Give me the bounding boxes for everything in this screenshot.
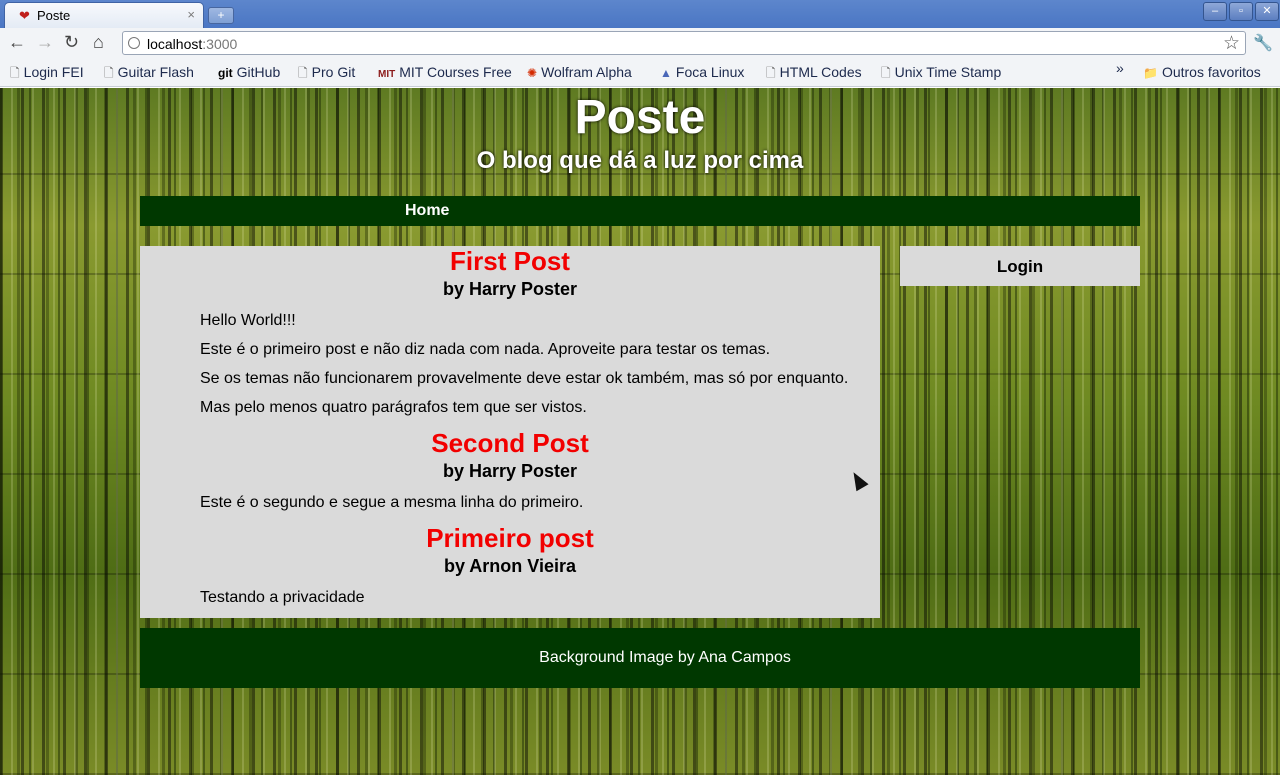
- post-paragraph: Este é o segundo e segue a mesma linha d…: [200, 494, 584, 511]
- posts-content: First Post by Harry Poster Hello World!!…: [140, 246, 880, 618]
- bookmark-pro-git[interactable]: 🗋 Pro Git: [298, 64, 355, 85]
- bookmark-mit-courses[interactable]: MIT MIT Courses Free: [378, 64, 512, 80]
- globe-icon: [128, 37, 140, 49]
- tab-strip: ❤ Poste × + – ▫ ✕: [0, 0, 1280, 28]
- other-bookmarks-folder[interactable]: 📁 Outros favoritos: [1143, 64, 1261, 80]
- mit-icon: MIT: [378, 69, 396, 80]
- bookmark-wolfram-alpha[interactable]: ✺ Wolfram Alpha: [527, 64, 632, 80]
- post-author: by Arnon Vieira: [443, 556, 577, 576]
- bookmark-foca-linux[interactable]: ▲ Foca Linux: [660, 64, 744, 80]
- bookmark-html-codes[interactable]: 🗋 HTML Codes: [766, 64, 862, 85]
- bookmark-unix-time-stamp[interactable]: 🗋 Unix Time Stamp: [881, 64, 1001, 85]
- wolfram-icon: ✺: [527, 66, 538, 80]
- address-bar[interactable]: localhost:3000 ☆: [122, 31, 1246, 55]
- reload-icon[interactable]: ↻: [64, 32, 79, 53]
- favicon-icon: ❤: [19, 8, 30, 23]
- bookmark-github[interactable]: git GitHub: [218, 64, 280, 80]
- more-bookmarks-button[interactable]: »: [1116, 60, 1124, 76]
- site-navbar: Home: [140, 196, 1140, 226]
- site-footer: Background Image by Ana Campos: [140, 628, 1140, 688]
- post-paragraph: Este é o primeiro post e não diz nada co…: [200, 341, 771, 358]
- post-paragraph: Se os temas não funcionarem provavelment…: [200, 370, 849, 387]
- post-paragraph: Mas pelo menos quatro parágrafos tem que…: [200, 399, 587, 416]
- browser-toolbar: ← → ↻ ⌂ localhost:3000 ☆ 🔧: [0, 28, 1280, 58]
- tab-close-icon[interactable]: ×: [187, 7, 195, 22]
- back-icon[interactable]: ←: [8, 32, 26, 53]
- footer-credit: Background Image by Ana Campos: [539, 649, 791, 666]
- page-icon: 🗋: [104, 66, 114, 80]
- url-text[interactable]: localhost:3000: [147, 36, 237, 52]
- page-viewport: Poste O blog que dá a luz por cima Home …: [0, 88, 1280, 775]
- tab-poste[interactable]: ❤ Poste ×: [4, 2, 204, 28]
- login-link[interactable]: Login: [900, 257, 1140, 277]
- folder-icon: 📁: [1143, 66, 1158, 80]
- close-window-button[interactable]: ✕: [1255, 2, 1279, 21]
- post-title[interactable]: Primeiro post: [140, 523, 880, 554]
- restore-button[interactable]: ▫: [1229, 2, 1253, 21]
- nav-home-link[interactable]: Home: [405, 202, 449, 220]
- home-icon[interactable]: ⌂: [93, 32, 104, 53]
- page-icon: 🗋: [766, 66, 776, 80]
- post-paragraph: Hello World!!!: [200, 312, 296, 329]
- page-icon: 🗋: [881, 66, 891, 80]
- page-icon: 🗋: [298, 66, 308, 80]
- post-author: by Harry Poster: [442, 279, 578, 299]
- new-tab-button[interactable]: +: [208, 7, 234, 24]
- site-title: Poste: [574, 91, 706, 144]
- page-icon: 🗋: [10, 66, 20, 80]
- tab-title: Poste: [37, 8, 71, 23]
- bookmarks-bar: 🗋 Login FEI 🗋 Guitar Flash git GitHub 🗋 Pro …: [0, 58, 1280, 87]
- post-author: by Harry Poster: [442, 461, 578, 481]
- site-subtitle: O blog que dá a luz por cima: [476, 147, 804, 174]
- bookmark-login-fei[interactable]: 🗋 Login FEI: [10, 64, 84, 85]
- minimize-button[interactable]: –: [1203, 2, 1227, 21]
- bookmark-guitar-flash[interactable]: 🗋 Guitar Flash: [104, 64, 194, 85]
- bookmark-star-icon[interactable]: ☆: [1223, 32, 1240, 55]
- foca-icon: ▲: [660, 66, 672, 80]
- forward-icon[interactable]: →: [36, 32, 54, 53]
- login-box: Login: [900, 246, 1140, 286]
- post-title[interactable]: First Post: [140, 246, 880, 277]
- post-paragraph: Testando a privacidade: [200, 589, 365, 606]
- git-icon: git: [218, 66, 233, 80]
- post-title[interactable]: Second Post: [140, 428, 880, 459]
- wrench-icon[interactable]: 🔧: [1253, 33, 1273, 53]
